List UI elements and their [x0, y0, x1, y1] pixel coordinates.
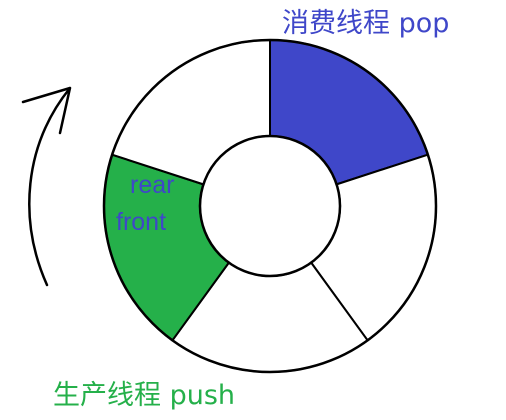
producer-thread-label: 生产线程 push: [53, 380, 236, 411]
rear-pointer-label: rear: [130, 171, 175, 199]
inner-ring-hole: [198, 134, 342, 278]
front-pointer-label: front: [116, 208, 167, 236]
consumer-thread-label: 消费线程 pop: [282, 8, 450, 39]
ring-buffer-diagram: [21, 38, 438, 374]
curved-up-arrow-icon: [21, 86, 72, 287]
